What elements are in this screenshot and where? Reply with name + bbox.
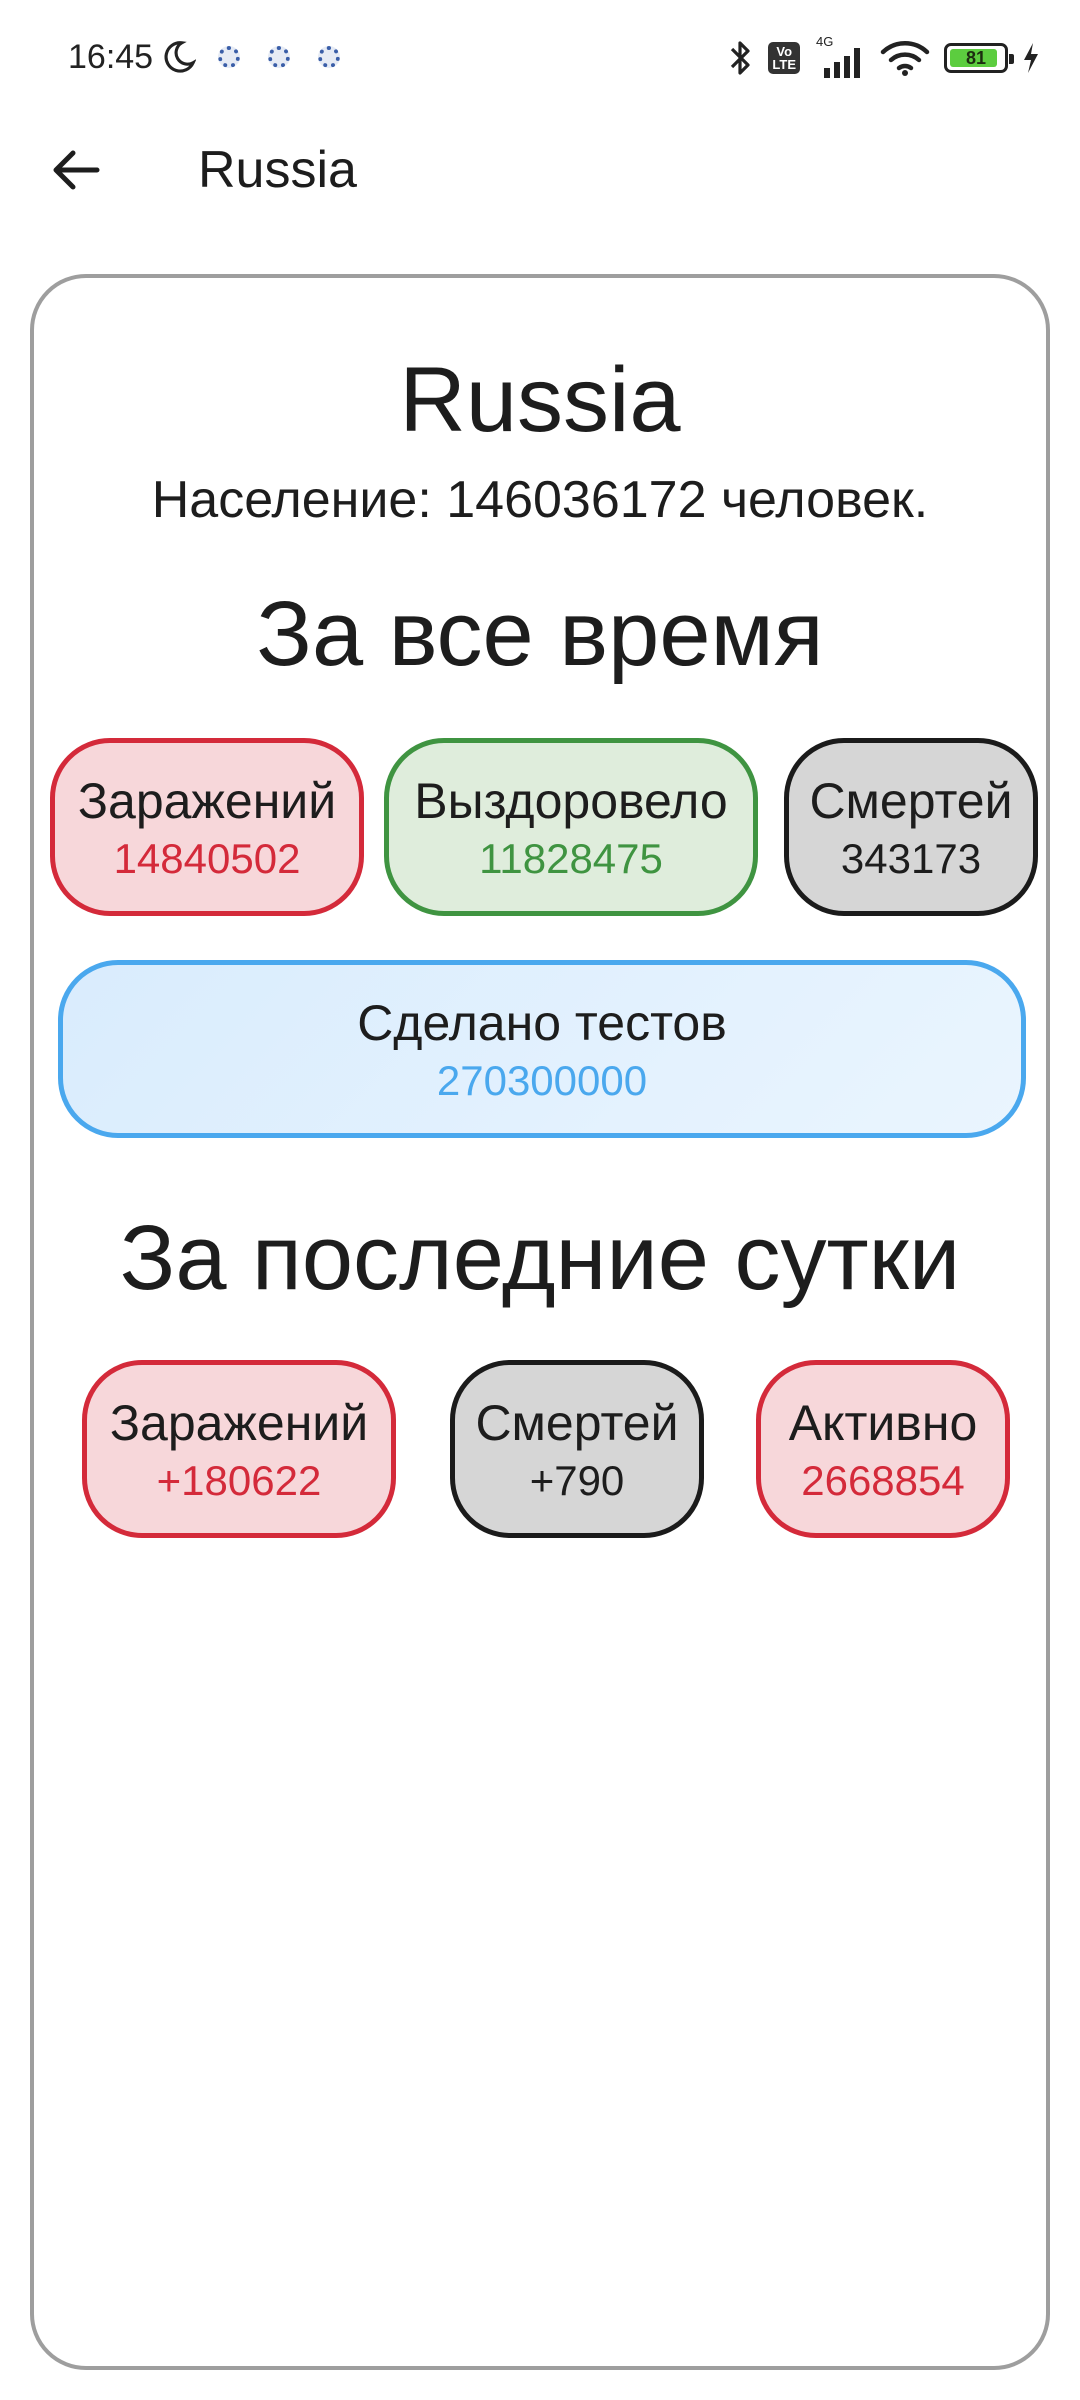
app-bar-title: Russia	[198, 141, 357, 199]
deaths-label: Смертей	[475, 1395, 679, 1451]
infected-label: Заражений	[77, 773, 337, 829]
recovered-label: Выздоровело	[414, 773, 728, 829]
last-day-infected-card: Заражений +180622	[82, 1360, 396, 1538]
app-bar: Russia	[0, 120, 1080, 220]
active-value: 2668854	[801, 1457, 965, 1504]
battery-level: 81	[965, 48, 987, 68]
back-button[interactable]	[40, 134, 112, 206]
volte-icon: Vo LTE	[768, 42, 800, 74]
all-time-deaths-card: Смертей 343173	[784, 738, 1038, 916]
infected-value: +180622	[156, 1457, 322, 1504]
all-time-title: За все время	[256, 583, 824, 685]
battery-icon: 81	[944, 43, 1014, 73]
tests-card: Сделано тестов 270300000	[58, 960, 1026, 1138]
deaths-value: 343173	[840, 835, 982, 882]
all-time-recovered-card: Выздоровело 11828475	[384, 738, 758, 916]
population-text: Население: 146036172 человек.	[151, 471, 929, 529]
deaths-label: Смертей	[809, 773, 1013, 829]
wifi-icon	[880, 41, 930, 76]
bluetooth-icon	[731, 41, 751, 75]
recovered-value: 11828475	[479, 835, 663, 882]
arrow-left-icon	[53, 150, 100, 190]
gear-icon	[218, 46, 240, 68]
last-day-deaths-card: Смертей +790	[450, 1360, 704, 1538]
deaths-value: +790	[529, 1457, 625, 1504]
infected-value: 14840502	[113, 835, 301, 882]
tests-value: 270300000	[436, 1057, 648, 1104]
gear-icon	[318, 46, 340, 68]
last-day-active-card: Активно 2668854	[756, 1360, 1010, 1538]
tests-label: Сделано тестов	[357, 995, 727, 1051]
last-day-title: За последние сутки	[119, 1207, 961, 1309]
all-time-infected-card: Заражений 14840502	[50, 738, 364, 916]
status-bar: 16:45 Vo LTE 4G 81	[0, 0, 1080, 120]
signal-icon: 4G	[814, 34, 866, 78]
country-name: Russia	[399, 349, 681, 451]
active-label: Активно	[788, 1395, 978, 1451]
moon-icon	[164, 41, 196, 73]
gear-icon	[268, 46, 290, 68]
charging-icon	[1024, 43, 1038, 73]
country-stats-card: Russia Население: 146036172 человек. За …	[30, 274, 1050, 2370]
infected-label: Заражений	[109, 1395, 369, 1451]
status-time: 16:45	[68, 38, 154, 76]
